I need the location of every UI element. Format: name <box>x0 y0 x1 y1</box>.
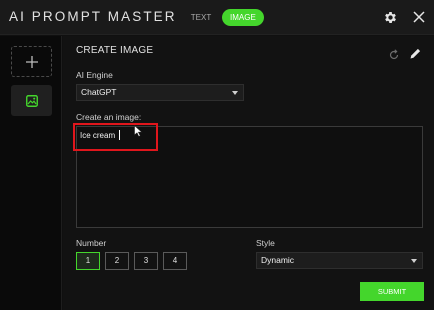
main-panel: CREATE IMAGE AI Engine ChatGPT Create an… <box>63 36 434 310</box>
number-option-1[interactable]: 1 <box>76 252 100 270</box>
number-selector: 1 2 3 4 <box>76 252 187 270</box>
app-title: AI PROMPT MASTER <box>9 9 177 24</box>
tab-image[interactable]: IMAGE <box>222 9 264 26</box>
submit-button[interactable]: SUBMIT <box>360 282 424 301</box>
number-option-4[interactable]: 4 <box>163 252 187 270</box>
plus-icon <box>25 55 38 68</box>
mouse-pointer-icon <box>134 125 143 137</box>
close-icon[interactable] <box>411 9 427 25</box>
refresh-icon[interactable] <box>388 49 400 61</box>
engine-value: ChatGPT <box>81 87 117 97</box>
sidebar <box>0 36 62 310</box>
tab-text[interactable]: TEXT <box>182 9 220 26</box>
image-icon <box>25 94 38 107</box>
engine-select[interactable]: ChatGPT <box>76 84 244 101</box>
pencil-icon[interactable] <box>409 47 422 60</box>
prompt-label: Create an image: <box>76 112 142 122</box>
chevron-down-icon <box>411 259 417 263</box>
chevron-down-icon <box>232 91 238 95</box>
sidebar-item-image[interactable] <box>11 85 52 116</box>
engine-label: AI Engine <box>76 70 113 80</box>
number-option-2[interactable]: 2 <box>105 252 129 270</box>
style-label: Style <box>256 238 275 248</box>
new-prompt-button[interactable] <box>11 46 52 77</box>
app-window: AI PROMPT MASTER TEXT IMAGE CREATE IMAGE <box>0 0 434 310</box>
title-bar: AI PROMPT MASTER TEXT IMAGE <box>0 0 434 35</box>
number-label: Number <box>76 238 107 248</box>
number-option-3[interactable]: 3 <box>134 252 158 270</box>
style-value: Dynamic <box>261 255 295 265</box>
style-select[interactable]: Dynamic <box>256 252 423 269</box>
gear-icon[interactable] <box>383 10 398 25</box>
mode-toggle: TEXT IMAGE <box>182 9 264 26</box>
page-title: CREATE IMAGE <box>76 45 154 56</box>
highlight-box <box>73 123 158 151</box>
